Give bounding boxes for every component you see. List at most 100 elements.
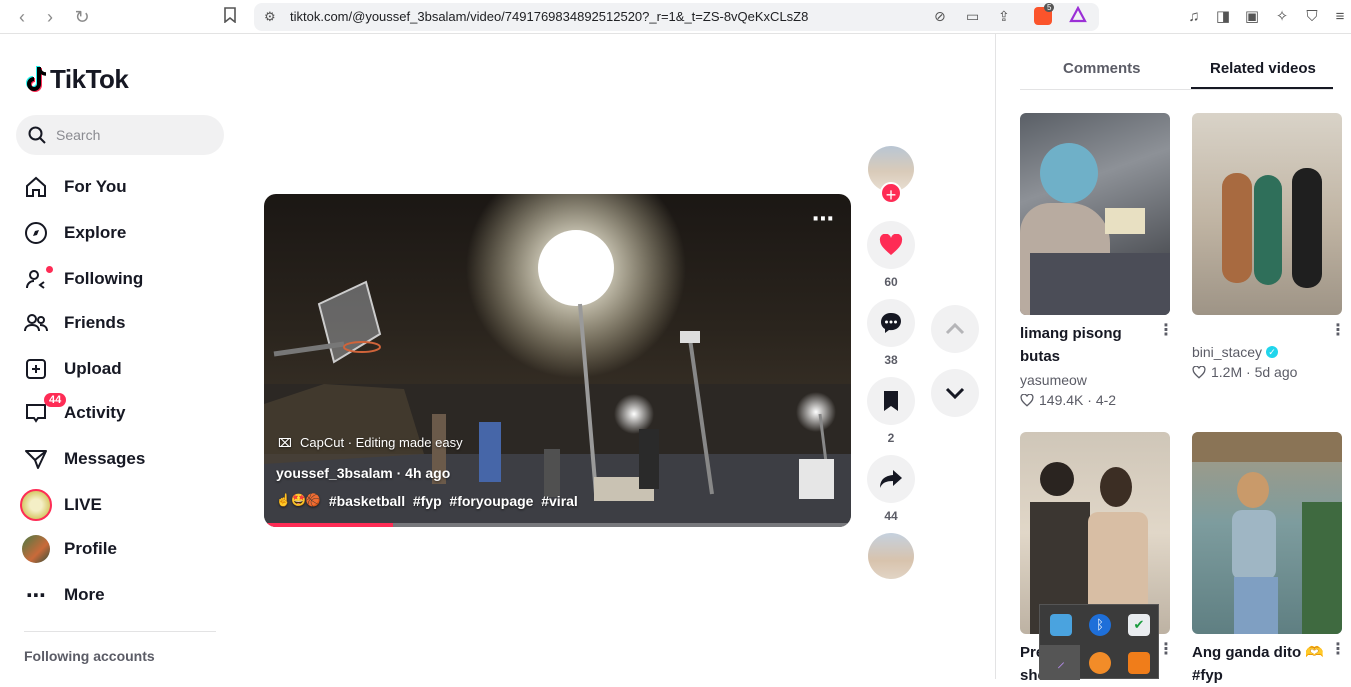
network-app-icon[interactable] [1050, 614, 1072, 636]
next-video-button[interactable] [931, 369, 979, 417]
thumb-shape [1040, 462, 1074, 496]
thumb-shape [1030, 253, 1170, 315]
back-icon[interactable]: ‹ [12, 7, 32, 27]
tiktok-logo[interactable]: TikTok [24, 62, 129, 96]
cast-off-icon[interactable]: ⊘ [934, 8, 946, 25]
nav-friends[interactable]: Friends [16, 303, 216, 343]
related-thumbnail[interactable] [1020, 113, 1170, 315]
thumb-shape [1302, 502, 1342, 634]
paper-plane-icon [16, 439, 56, 479]
progress-fill [264, 523, 394, 527]
bookmark-icon [884, 391, 898, 411]
related-author[interactable]: yasumeow [1020, 372, 1087, 388]
install-app-icon[interactable]: ▭ [966, 8, 979, 25]
site-settings-icon[interactable]: ⚙ [264, 9, 276, 25]
vpn-icon[interactable]: ⛉ [1302, 7, 1322, 27]
nav-for-you[interactable]: For You [16, 167, 216, 207]
verified-icon: ✓ [1266, 346, 1279, 358]
security-shield-icon[interactable]: ✔ [1128, 614, 1150, 636]
related-stats: 149.4K · 4-2 [1020, 392, 1116, 408]
side-panel: Comments Related videos limang pisong but… [995, 34, 1351, 684]
bookmark-icon[interactable] [220, 7, 240, 27]
thumb-shape [1100, 467, 1132, 507]
share-icon[interactable]: ⇪ [998, 8, 1010, 25]
previous-video-button[interactable] [931, 305, 979, 353]
nav-label: Activity [64, 403, 126, 422]
wallet-icon[interactable]: ▣ [1242, 7, 1262, 27]
share-button[interactable] [867, 455, 915, 503]
title-line: limang pisong [1020, 325, 1122, 342]
related-author[interactable]: bini_stacey ✓ [1192, 344, 1279, 360]
brave-rewards-icon[interactable] [1069, 5, 1087, 29]
orange-square-app-icon[interactable] [1128, 652, 1150, 674]
related-thumbnail[interactable] [1192, 432, 1342, 634]
sidebar-toggle-icon[interactable]: ◨ [1213, 7, 1233, 27]
tab-divider [1020, 89, 1333, 90]
nav-upload[interactable]: Upload [16, 349, 216, 389]
search-input[interactable]: Search [16, 115, 224, 155]
search-icon [28, 126, 46, 144]
related-more-icon[interactable]: ⋮ [1330, 639, 1346, 659]
browser-toolbar: ‹ › ↻ ⚙ tiktok.com/@youssef_3bsalam/vide… [0, 0, 1351, 34]
more-dots-icon: ⋯ [26, 584, 46, 607]
tab-comments[interactable]: Comments [1063, 60, 1141, 77]
orange-app-icon[interactable] [1089, 652, 1111, 674]
reload-icon[interactable]: ↻ [72, 7, 92, 27]
following-icon [16, 259, 56, 299]
related-title[interactable]: Ang ganda dito 🫶 #fyp [1192, 641, 1324, 687]
thumb-shape [1232, 510, 1276, 580]
nav-more[interactable]: ⋯ More [16, 575, 216, 615]
video-player[interactable]: ⋯ ⌧ CapCut · Editing made easy youssef_3… [264, 194, 851, 527]
feather-app-icon[interactable]: ⸝ [1050, 652, 1072, 674]
leo-ai-icon[interactable]: ✧ [1272, 7, 1292, 27]
nav-label: LIVE [64, 495, 102, 514]
bluetooth-icon[interactable]: ᛒ [1089, 614, 1111, 636]
tiktok-note-icon [26, 66, 47, 92]
tab-related-videos[interactable]: Related videos [1210, 60, 1316, 77]
nav-label: Upload [64, 359, 122, 378]
related-title[interactable]: limang pisong butas [1020, 322, 1122, 368]
thumb-shape [1192, 432, 1342, 462]
capcut-link[interactable]: ⌧ CapCut · Editing made easy [278, 435, 463, 450]
nav-live[interactable]: LIVE [16, 485, 216, 525]
media-icon[interactable]: ♫ [1184, 7, 1204, 27]
comment-button[interactable] [867, 299, 915, 347]
nav-label: Following [64, 269, 144, 288]
nav-profile[interactable]: Profile [16, 529, 216, 569]
related-more-icon[interactable]: ⋮ [1158, 320, 1174, 340]
following-accounts-heading: Following accounts [24, 648, 155, 664]
forward-icon[interactable]: › [40, 7, 60, 27]
comment-icon [881, 313, 901, 333]
chevron-down-icon [945, 387, 965, 399]
save-button[interactable] [867, 377, 915, 425]
sidebar-divider [24, 631, 216, 632]
title-line: Ang ganda dito 🫶 [1192, 644, 1324, 661]
follow-plus-icon[interactable]: + [880, 182, 902, 205]
nav-activity[interactable]: 44 Activity [16, 393, 216, 433]
thumb-shape [1237, 472, 1269, 508]
author-line[interactable]: youssef_3bsalam · 4h ago [276, 465, 450, 481]
related-thumbnail[interactable] [1192, 113, 1342, 315]
address-bar[interactable]: ⚙ tiktok.com/@youssef_3bsalam/video/7491… [254, 3, 1099, 31]
share-count: 44 [884, 509, 898, 523]
search-placeholder: Search [56, 127, 101, 143]
video-more-options-icon[interactable]: ⋯ [812, 206, 835, 232]
nav-explore[interactable]: Explore [16, 213, 216, 253]
stats-text: 1.2M · 5d ago [1211, 364, 1298, 380]
thumb-shape [1234, 577, 1278, 634]
capcut-icon: ⌧ [278, 435, 292, 450]
nav-following[interactable]: Following [16, 259, 216, 299]
notification-dot [46, 266, 53, 273]
hashtags[interactable]: #basketball #fyp #foryoupage #viral [329, 493, 578, 509]
related-more-icon[interactable]: ⋮ [1330, 320, 1346, 340]
capcut-label: CapCut · Editing made easy [300, 435, 463, 450]
thumb-shape [1105, 208, 1145, 234]
music-disc-avatar[interactable] [868, 533, 914, 579]
nav-messages[interactable]: Messages [16, 439, 216, 479]
progress-bar[interactable] [264, 523, 851, 527]
related-more-icon[interactable]: ⋮ [1158, 639, 1174, 659]
shield-count-badge: 5 [1044, 3, 1055, 12]
like-button[interactable] [867, 221, 915, 269]
caption-emojis: ☝️🤩🏀 [276, 493, 321, 507]
menu-icon[interactable]: ≡ [1330, 7, 1350, 27]
